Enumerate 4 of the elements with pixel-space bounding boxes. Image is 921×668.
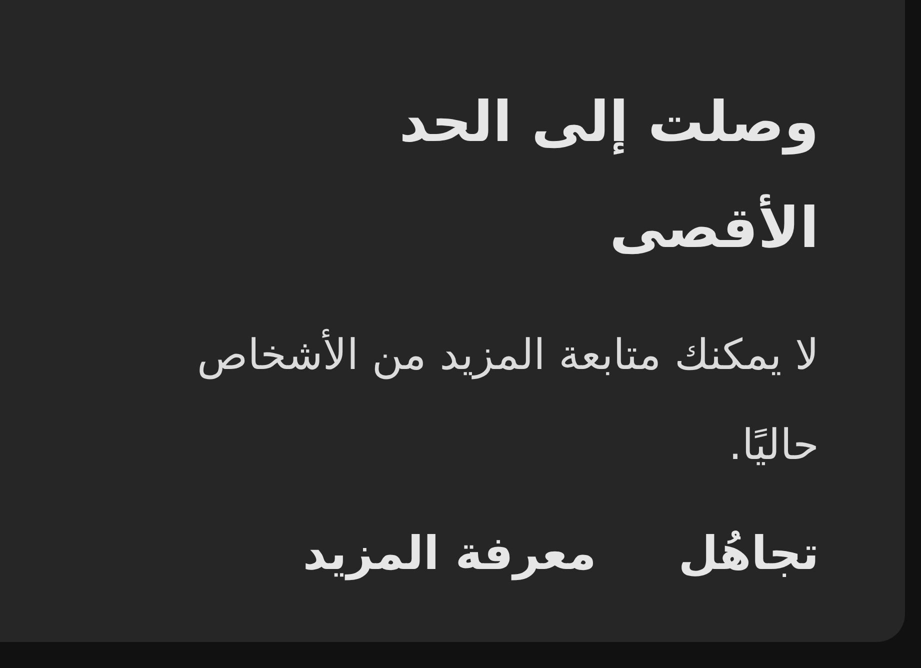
dialog-message: لا يمكنك متابعة المزيد من الأشخاص حاليًا. bbox=[196, 328, 819, 471]
dialog-button[interactable]: معرفة المزيد bbox=[302, 524, 596, 584]
dialog-button[interactable]: تجاهُل bbox=[678, 524, 819, 584]
dialog-title: وصلت إلى الحد الأقصى bbox=[398, 89, 819, 263]
